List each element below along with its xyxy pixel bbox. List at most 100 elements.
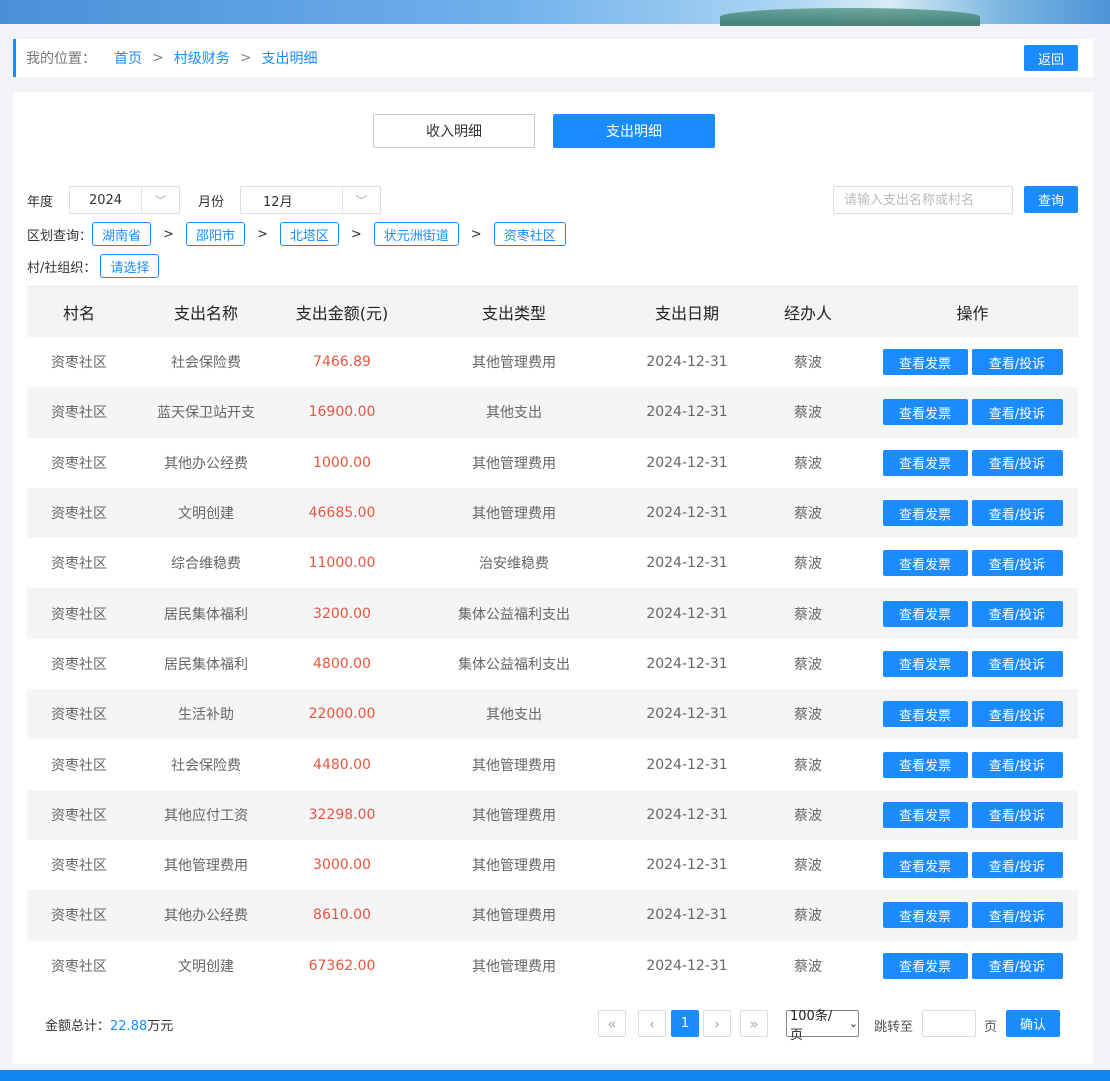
view-complain-button[interactable]: 查看/投诉 xyxy=(971,349,1063,376)
view-invoice-button[interactable]: 查看发票 xyxy=(882,952,968,979)
view-invoice-button[interactable]: 查看发票 xyxy=(882,600,968,627)
cell-date: 2024-12-31 xyxy=(646,354,728,371)
cell-village: 资枣社区 xyxy=(51,455,107,472)
table-row: 资枣社区 其他办公经费 1000.00 其他管理费用 2024-12-31 蔡波 查看发票查… xyxy=(27,438,1078,488)
view-invoice-button[interactable]: 查看发票 xyxy=(882,550,968,577)
cell-date: 2024-12-31 xyxy=(646,706,728,723)
header-actions: 操作 xyxy=(956,304,989,323)
view-invoice-button[interactable]: 查看发票 xyxy=(882,500,968,527)
year-select[interactable]: 2024 ﹀ xyxy=(69,186,181,214)
chevron-down-icon: ﹀ xyxy=(342,187,380,213)
view-complain-button[interactable]: 查看/投诉 xyxy=(971,449,1063,476)
page-size-select[interactable]: 100条/页 ⌄ xyxy=(786,1009,859,1043)
breadcrumb-separator: > xyxy=(152,50,164,66)
view-complain-button[interactable]: 查看/投诉 xyxy=(971,500,1063,527)
chevron-down-icon: ﹀ xyxy=(141,187,179,213)
header-handler: 经办人 xyxy=(783,304,832,323)
cell-date: 2024-12-31 xyxy=(646,605,728,622)
tab-expense-detail[interactable]: 支出明细 xyxy=(553,114,715,148)
tab-income-detail[interactable]: 收入明细 xyxy=(373,114,535,148)
cell-date: 2024-12-31 xyxy=(646,454,728,471)
cell-date: 2024-12-31 xyxy=(646,655,728,672)
confirm-jump-button[interactable]: 确认 xyxy=(1006,1010,1060,1037)
back-button[interactable]: 返回 xyxy=(1024,45,1078,71)
search-input[interactable] xyxy=(833,186,1013,214)
query-button[interactable]: 查询 xyxy=(1024,186,1078,213)
header-type: 支出类型 xyxy=(481,304,546,323)
region-chip-community[interactable]: 资枣社区 xyxy=(493,222,566,246)
view-invoice-button[interactable]: 查看发票 xyxy=(882,449,968,476)
view-complain-button[interactable]: 查看/投诉 xyxy=(971,650,1063,677)
cell-type: 其他管理费用 xyxy=(472,858,556,875)
view-invoice-button[interactable]: 查看发票 xyxy=(882,751,968,778)
month-select[interactable]: 12月 ﹀ xyxy=(240,186,382,214)
cell-handler: 蔡波 xyxy=(794,355,822,372)
view-invoice-button[interactable]: 查看发票 xyxy=(882,852,968,879)
view-complain-button[interactable]: 查看/投诉 xyxy=(971,952,1063,979)
cell-actions: 查看发票 查看/投诉 xyxy=(867,650,1078,677)
view-complain-button[interactable]: 查看/投诉 xyxy=(971,701,1063,728)
region-chip-city[interactable]: 邵阳市 xyxy=(185,222,245,246)
view-invoice-button[interactable]: 查看发票 xyxy=(882,650,968,677)
cell-village: 资枣社区 xyxy=(51,757,107,774)
view-complain-button[interactable]: 查看/投诉 xyxy=(971,751,1063,778)
cell-expense-name: 其他办公经费 xyxy=(164,455,248,472)
chevron-down-icon: ⌄ xyxy=(848,1017,858,1030)
cell-type: 集体公益福利支出 xyxy=(458,606,570,623)
view-invoice-button[interactable]: 查看发票 xyxy=(882,801,968,828)
view-invoice-button[interactable]: 查看发票 xyxy=(882,349,968,376)
cell-handler: 蔡波 xyxy=(794,606,822,623)
view-invoice-button[interactable]: 查看发票 xyxy=(882,701,968,728)
header-expense-name: 支出名称 xyxy=(173,304,238,323)
current-page[interactable]: 1 xyxy=(671,1010,699,1037)
breadcrumb-current[interactable]: 支出明细 xyxy=(261,48,317,68)
top-banner xyxy=(0,0,1110,26)
cell-amount: 22000.00 xyxy=(308,706,376,723)
view-invoice-button[interactable]: 查看发票 xyxy=(882,399,968,426)
org-filter-row: 村/社组织： 请选择 xyxy=(27,254,160,278)
cell-expense-name: 其他办公经费 xyxy=(164,908,248,925)
jump-label: 跳转至 xyxy=(874,1020,914,1035)
next-page-icon[interactable]: › xyxy=(703,1010,731,1037)
cell-actions: 查看发票 查看/投诉 xyxy=(867,852,1078,879)
breadcrumb-finance-link[interactable]: 村级财务 xyxy=(174,48,230,68)
table-row: 资枣社区 生活补助 22000.00 其他支出 2024-12-31 蔡波 查看发票 查看/投… xyxy=(27,689,1078,740)
view-invoice-button[interactable]: 查看发票 xyxy=(882,902,968,929)
table-row: 资枣社区 其他管理费用 3000.00 其他管理费用 2024-12-31 蔡波 查看发票查… xyxy=(27,840,1078,890)
first-page-icon[interactable]: « xyxy=(598,1010,626,1037)
cell-amount: 11000.00 xyxy=(308,555,376,572)
region-chip-street[interactable]: 状元洲街道 xyxy=(373,222,459,246)
org-select-chip[interactable]: 请选择 xyxy=(100,254,160,278)
breadcrumb-label: 我的位置： xyxy=(26,51,96,67)
cell-date: 2024-12-31 xyxy=(646,404,728,421)
cell-actions: 查看发票 查看/投诉 xyxy=(867,751,1078,778)
region-chip-district[interactable]: 北塔区 xyxy=(279,222,339,246)
cell-date: 2024-12-31 xyxy=(646,555,728,572)
month-value: 12月 xyxy=(263,194,293,210)
cell-handler: 蔡波 xyxy=(794,958,822,975)
view-complain-button[interactable]: 查看/投诉 xyxy=(971,852,1063,879)
cell-actions: 查看发票 查看/投诉 xyxy=(867,399,1078,426)
region-chip-province[interactable]: 湖南省 xyxy=(92,222,152,246)
cell-handler: 蔡波 xyxy=(794,455,822,472)
view-complain-button[interactable]: 查看/投诉 xyxy=(971,550,1063,577)
view-complain-button[interactable]: 查看/投诉 xyxy=(971,902,1063,929)
table-row: 资枣社区 居民集体福利 4800.00 集体公益福利支出 2024-12-31 蔡波 查看发… xyxy=(27,639,1078,689)
last-page-icon[interactable]: » xyxy=(740,1010,768,1037)
view-complain-button[interactable]: 查看/投诉 xyxy=(971,801,1063,828)
cell-village: 资枣社区 xyxy=(51,606,107,623)
cell-type: 其他管理费用 xyxy=(472,807,556,824)
cell-actions: 查看发票 查看/投诉 xyxy=(867,349,1078,376)
breadcrumb-home-link[interactable]: 首页 xyxy=(114,48,142,68)
cell-type: 其他管理费用 xyxy=(472,908,556,925)
cell-handler: 蔡波 xyxy=(794,556,822,573)
cell-actions: 查看发票 查看/投诉 xyxy=(867,801,1078,828)
jump-page-input[interactable] xyxy=(922,1010,976,1037)
cell-amount: 16900.00 xyxy=(308,404,376,421)
view-complain-button[interactable]: 查看/投诉 xyxy=(971,600,1063,627)
table-row: 资枣社区 其他应付工资 32298.00 其他管理费用 2024-12-31 蔡波 查看发票… xyxy=(27,789,1078,840)
view-complain-button[interactable]: 查看/投诉 xyxy=(971,399,1063,426)
header-date: 支出日期 xyxy=(654,304,719,323)
prev-page-icon[interactable]: ‹ xyxy=(638,1010,666,1037)
cell-handler: 蔡波 xyxy=(794,707,822,724)
